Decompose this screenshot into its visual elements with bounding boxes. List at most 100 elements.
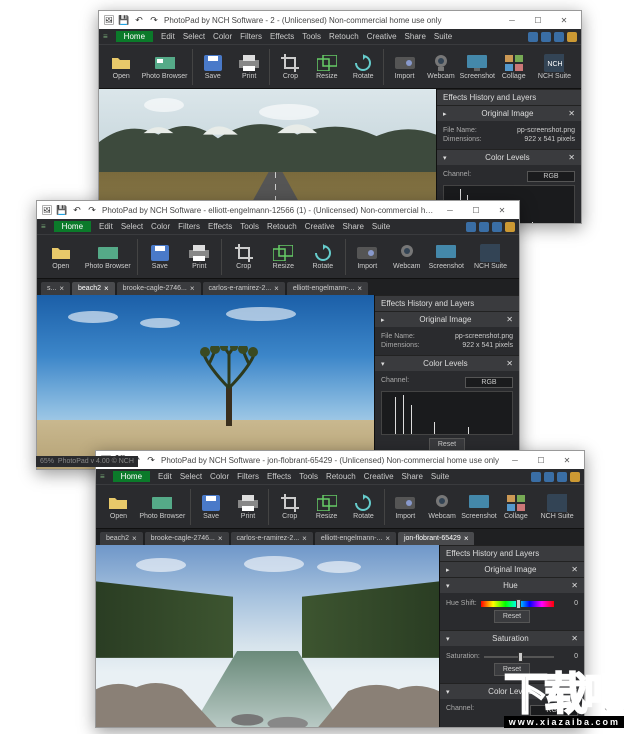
- close-icon[interactable]: ×: [357, 284, 362, 293]
- save-button[interactable]: Save: [195, 47, 231, 87]
- menu-filters[interactable]: Filters: [240, 32, 262, 41]
- menu-filters[interactable]: Filters: [178, 222, 200, 231]
- menu-effects[interactable]: Effects: [270, 32, 294, 41]
- menu-edit[interactable]: Edit: [158, 472, 172, 481]
- close-button[interactable]: ✕: [554, 451, 580, 469]
- menu-hamburger-icon[interactable]: ≡: [100, 472, 105, 481]
- panel-color-levels[interactable]: ▾Color Levels✕: [437, 149, 581, 165]
- document-tab[interactable]: s...×: [41, 282, 70, 295]
- menu-effects[interactable]: Effects: [208, 222, 232, 231]
- close-button[interactable]: ✕: [489, 201, 515, 219]
- nch-suite-button[interactable]: NCH Suite: [534, 487, 580, 527]
- document-tab[interactable]: carlos-e-ramirez-2...×: [203, 282, 285, 295]
- menu-creative[interactable]: Creative: [364, 472, 394, 481]
- document-tab[interactable]: beach2×: [72, 282, 115, 295]
- menu-home[interactable]: Home: [116, 31, 153, 42]
- photo-browser-button[interactable]: Photo Browser: [137, 487, 188, 527]
- menu-hamburger-icon[interactable]: ≡: [103, 32, 108, 41]
- screenshot-button[interactable]: Screenshot: [427, 237, 467, 277]
- save-icon[interactable]: 💾: [118, 14, 130, 26]
- redo-icon[interactable]: ↷: [148, 14, 160, 26]
- social-icon[interactable]: [541, 32, 551, 42]
- print-button[interactable]: Print: [230, 487, 267, 527]
- open-button[interactable]: Open: [41, 237, 81, 277]
- menu-tools[interactable]: Tools: [302, 32, 321, 41]
- social-icon[interactable]: [528, 32, 538, 42]
- menu-home[interactable]: Home: [54, 221, 91, 232]
- menu-retouch[interactable]: Retouch: [329, 32, 359, 41]
- save-button[interactable]: Save: [140, 237, 180, 277]
- reset-button[interactable]: Reset: [494, 610, 530, 623]
- panel-original-image[interactable]: ▸Original Image✕: [437, 105, 581, 121]
- titlebar[interactable]: 🖼💾↶↷ PhotoPad by NCH Software - jon-flob…: [96, 451, 584, 469]
- photo-browser-button[interactable]: Photo Browser: [139, 47, 189, 87]
- social-icon[interactable]: [479, 222, 489, 232]
- titlebar[interactable]: 🖼 💾 ↶ ↷ PhotoPad by NCH Software - 2 - (…: [99, 11, 581, 29]
- panel-original-image[interactable]: ▸Original Image✕: [440, 561, 584, 577]
- save-button[interactable]: Save: [193, 487, 230, 527]
- minimize-button[interactable]: ─: [437, 201, 463, 219]
- menu-select[interactable]: Select: [180, 472, 202, 481]
- nch-suite-button[interactable]: NCHNCH Suite: [532, 47, 577, 87]
- menu-edit[interactable]: Edit: [99, 222, 113, 231]
- close-icon[interactable]: ✕: [568, 109, 575, 118]
- photo-browser-button[interactable]: Photo Browser: [81, 237, 136, 277]
- menu-select[interactable]: Select: [183, 32, 205, 41]
- panel-hue[interactable]: ▾Hue✕: [440, 577, 584, 593]
- webcam-button[interactable]: Webcam: [424, 487, 461, 527]
- crop-button[interactable]: Crop: [272, 47, 308, 87]
- titlebar[interactable]: 🖼💾↶↷ PhotoPad by NCH Software - elliott-…: [37, 201, 519, 219]
- menu-retouch[interactable]: Retouch: [267, 222, 297, 231]
- social-icon[interactable]: [466, 222, 476, 232]
- close-icon[interactable]: ×: [190, 284, 195, 293]
- save-icon[interactable]: 💾: [56, 204, 68, 216]
- panel-original-image[interactable]: ▸Original Image✕: [375, 311, 519, 327]
- menu-retouch[interactable]: Retouch: [326, 472, 356, 481]
- rotate-button[interactable]: Rotate: [345, 47, 381, 87]
- minimize-button[interactable]: ─: [502, 451, 528, 469]
- document-tab[interactable]: brooke-cagle-2746...×: [145, 532, 229, 545]
- image-canvas[interactable]: [96, 545, 439, 727]
- social-icon[interactable]: [492, 222, 502, 232]
- menu-hamburger-icon[interactable]: ≡: [41, 222, 46, 231]
- webcam-button[interactable]: Webcam: [387, 237, 427, 277]
- import-button[interactable]: Import: [386, 47, 422, 87]
- menu-edit[interactable]: Edit: [161, 32, 175, 41]
- menu-tools[interactable]: Tools: [240, 222, 259, 231]
- panel-saturation[interactable]: ▾Saturation✕: [440, 630, 584, 646]
- image-canvas[interactable]: [37, 295, 374, 469]
- document-tab[interactable]: carlos-e-ramirez-2...×: [231, 532, 313, 545]
- menu-color[interactable]: Color: [151, 222, 170, 231]
- menu-share[interactable]: Share: [402, 472, 423, 481]
- menu-suite[interactable]: Suite: [434, 32, 452, 41]
- close-button[interactable]: ✕: [551, 11, 577, 29]
- rotate-button[interactable]: Rotate: [303, 237, 343, 277]
- document-tab[interactable]: elliott-engelmann-...×: [315, 532, 396, 545]
- redo-icon[interactable]: ↷: [145, 454, 157, 466]
- screenshot-button[interactable]: Screenshot: [459, 47, 495, 87]
- maximize-button[interactable]: ☐: [528, 451, 554, 469]
- resize-button[interactable]: Resize: [309, 47, 345, 87]
- resize-button[interactable]: Resize: [264, 237, 304, 277]
- import-button[interactable]: Import: [347, 237, 387, 277]
- document-tab[interactable]: beach2×: [100, 532, 143, 545]
- print-button[interactable]: Print: [231, 47, 267, 87]
- redo-icon[interactable]: ↷: [86, 204, 98, 216]
- collage-button[interactable]: Collage: [497, 487, 534, 527]
- print-button[interactable]: Print: [180, 237, 220, 277]
- help-icon[interactable]: [505, 222, 515, 232]
- resize-button[interactable]: Resize: [308, 487, 345, 527]
- import-button[interactable]: Import: [387, 487, 424, 527]
- document-tab[interactable]: brooke-cagle-2746...×: [117, 282, 201, 295]
- document-tab[interactable]: elliott-engelmann-...×: [287, 282, 368, 295]
- menu-creative[interactable]: Creative: [305, 222, 335, 231]
- crop-button[interactable]: Crop: [224, 237, 264, 277]
- menu-share[interactable]: Share: [405, 32, 426, 41]
- webcam-button[interactable]: Webcam: [423, 47, 459, 87]
- menu-select[interactable]: Select: [121, 222, 143, 231]
- channel-select[interactable]: RGB: [527, 171, 575, 182]
- maximize-button[interactable]: ☐: [463, 201, 489, 219]
- crop-button[interactable]: Crop: [271, 487, 308, 527]
- social-icon[interactable]: [531, 472, 541, 482]
- channel-select[interactable]: RGB: [465, 377, 513, 388]
